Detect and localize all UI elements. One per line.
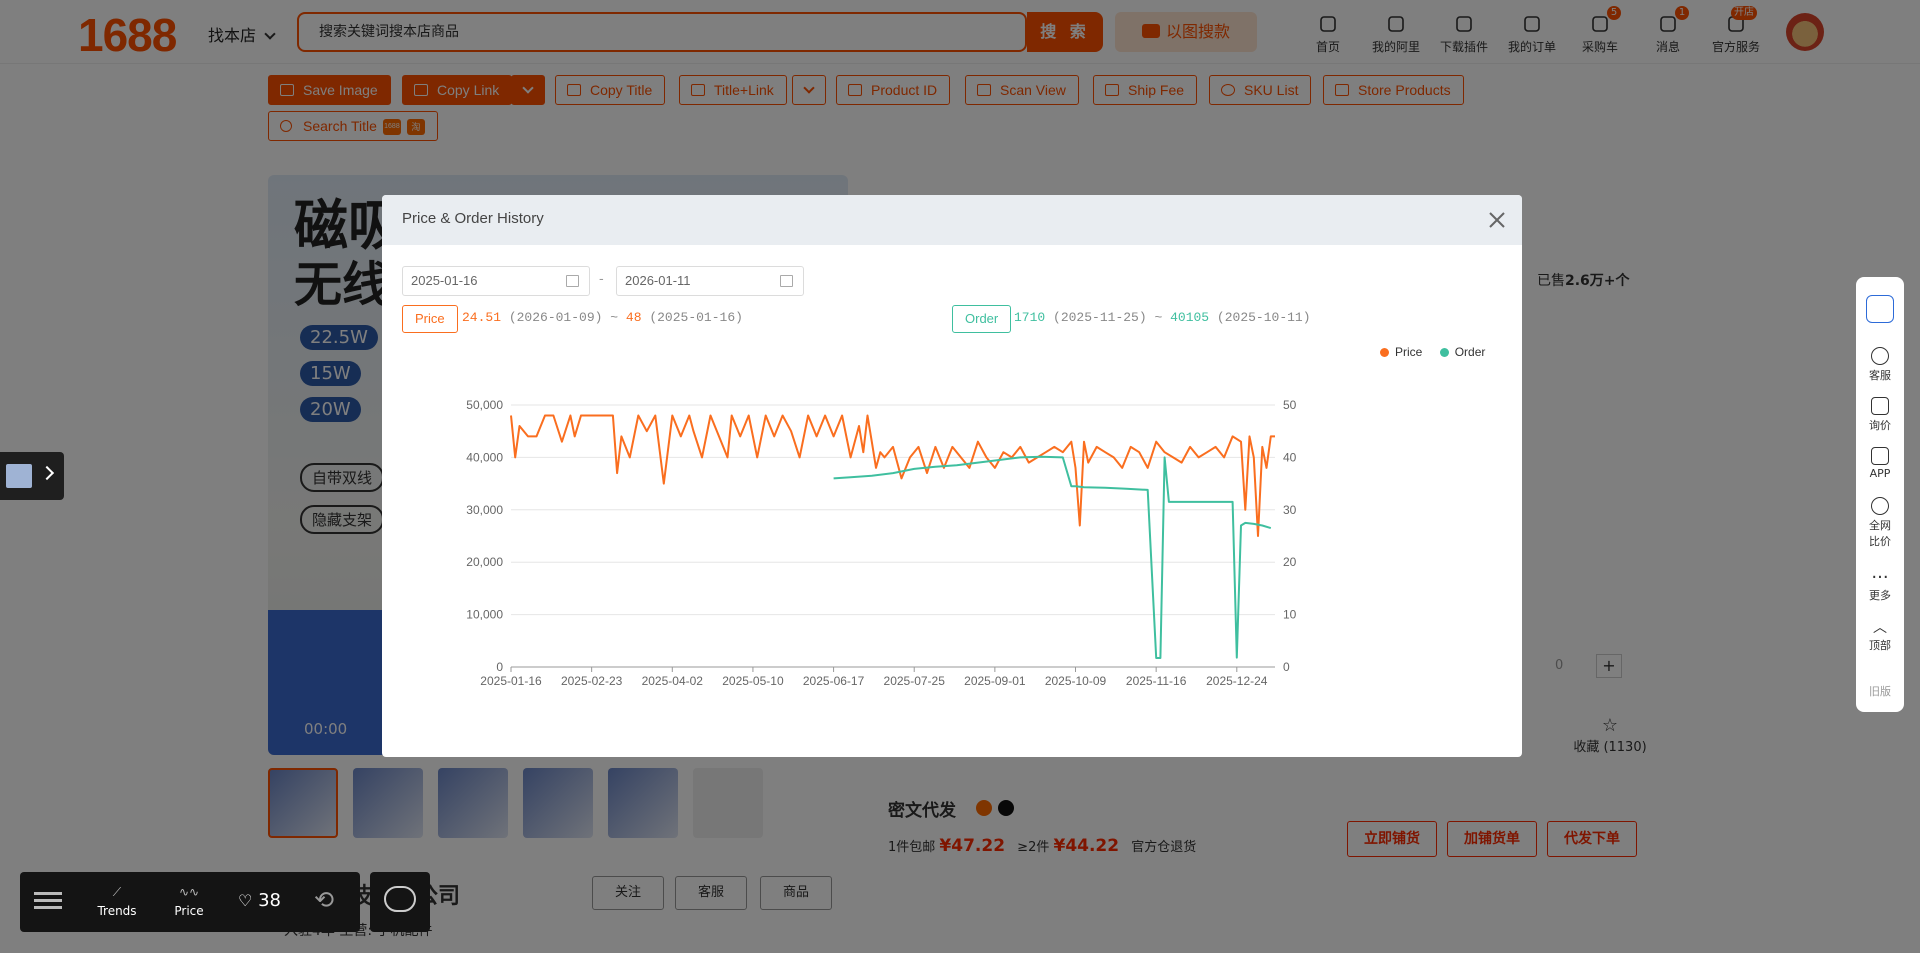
y-left-tick-label: 50,000 [466,398,503,412]
y-left-tick-label: 20,000 [466,555,503,569]
legend-dot [1439,348,1449,357]
date-to-value: 2026-01-11 [625,273,691,288]
qr-code-icon [1871,447,1889,465]
x-tick-label: 2025-10-09 [1045,674,1107,688]
price-label: Price [174,904,204,918]
side-toolbar: 客服 询价 APP 全网比价 ··· 更多 ︿ 顶部 旧版 [1856,277,1904,712]
date-to-input[interactable]: 2026-01-11 [616,266,804,296]
calendar-icon [566,275,579,287]
trends-button[interactable]: ⟋ Trends [92,880,142,918]
y-left-tick-label: 40,000 [466,450,503,464]
price-order-chart[interactable]: 0 10,000 20,000 30,000 40,000 50,000 0 10 20 30 40… [382,365,1522,757]
side-label: 询价 [1869,419,1891,432]
y-left-tick-label: 10,000 [466,608,503,622]
legend-order-label: Order [1454,345,1486,359]
side-top[interactable]: ︿ 顶部 [1856,619,1904,653]
order-max-date: (2025-10-11) [1216,310,1311,325]
inquiry-icon [1871,397,1889,415]
price-min: 24.51 [462,310,502,325]
legend-dot [1380,348,1389,357]
price-range: 24.51 (2026-01-09) ~ 48 (2025-01-16) [462,310,743,325]
price-button[interactable]: ∿∿ Price [164,880,214,918]
side-label: 顶部 [1869,639,1891,652]
price-max-date: (2025-01-16) [649,310,743,325]
chat-button[interactable] [370,872,430,932]
order-tag: Order [952,305,1012,333]
x-tick-label: 2025-07-25 [884,674,946,688]
x-tick-label: 2025-04-02 [642,674,704,688]
compare-icon [1871,497,1889,515]
more-dots-icon: ··· [1871,567,1889,588]
side-label: 全网比价 [1869,519,1891,548]
range-tilde: ~ [1154,310,1163,325]
y-right-tick-label: 30 [1283,503,1297,517]
y-right-tick-label: 10 [1283,608,1297,622]
heart-icon: ♡ [238,891,253,910]
price-min-date: (2026-01-09) [508,310,603,325]
y-left-tick-label: 0 [496,660,503,674]
price-order-history-modal: Price & Order History 2025-01-16 - 2026-… [382,195,1522,757]
side-label: 更多 [1869,589,1891,602]
x-tick-label: 2025-09-01 [964,674,1026,688]
x-tick-label: 2025-06-17 [803,674,865,688]
x-tick-label: 2025-02-23 [561,674,623,688]
order-min: 1710 [1014,310,1046,325]
side-compare[interactable]: 全网比价 [1856,497,1904,549]
likes-count: 38 [258,890,281,911]
translate-icon[interactable] [1856,295,1904,325]
side-app[interactable]: APP [1856,447,1904,480]
y-right-tick-label: 0 [1283,660,1290,674]
left-float-panel[interactable] [0,452,64,500]
chat-icon [1871,347,1889,365]
chat-bubble-icon [384,886,416,912]
price-tag: Price [402,305,458,333]
date-separator: - [599,272,604,287]
x-tick-label: 2025-01-16 [480,674,542,688]
series-line-order [833,455,1272,659]
side-inquiry[interactable]: 询价 [1856,397,1904,433]
price-max: 48 [625,310,642,325]
date-from-value: 2025-01-16 [411,273,478,288]
order-range: 1710 (2025-11-25) ~ 40105 (2025-10-11) [1014,310,1311,325]
legend-price-label: Price [1395,345,1423,359]
series-line-price [510,414,1275,537]
bottom-plugin-bar: ⟋ Trends ∿∿ Price ♡ 38 ⟲ [20,872,360,932]
range-tilde: ~ [610,310,619,325]
x-tick-label: 2025-12-24 [1206,674,1268,688]
order-max: 40105 [1170,310,1210,325]
chart-legend: Price Order [1380,345,1485,359]
order-min-date: (2025-11-25) [1053,310,1147,325]
date-from-input[interactable]: 2025-01-16 [402,266,590,296]
trend-chart-icon: ⟋ [112,885,122,899]
y-right-tick-label: 50 [1283,398,1297,412]
y-right-tick-label: 40 [1283,450,1297,464]
menu-icon[interactable] [34,888,62,913]
x-tick-label: 2025-05-10 [722,674,784,688]
trends-label: Trends [97,904,137,918]
side-label: 客服 [1869,369,1891,382]
y-left-tick-label: 30,000 [466,503,503,517]
product-mini-icon [6,464,32,488]
side-old-version[interactable]: 旧版 [1856,683,1904,699]
x-tick-label: 2025-11-16 [1126,674,1187,688]
side-more[interactable]: ··· 更多 [1856,569,1904,603]
legend-price[interactable]: Price [1380,345,1422,359]
chevron-right-icon [39,465,55,481]
close-icon[interactable] [1486,209,1508,231]
modal-title: Price & Order History [402,210,544,227]
chevron-up-icon: ︿ [1873,620,1887,636]
history-icon[interactable]: ⟲ [314,886,334,914]
side-label: APP [1869,467,1891,480]
calendar-icon [780,275,793,287]
modal-header: Price & Order History [382,195,1522,245]
side-customer-service[interactable]: 客服 [1856,347,1904,383]
likes-button[interactable]: ♡ 38 [238,890,281,911]
y-right-tick-label: 20 [1283,555,1297,569]
price-wave-icon: ∿∿ [178,885,200,899]
legend-order[interactable]: Order [1439,345,1486,359]
